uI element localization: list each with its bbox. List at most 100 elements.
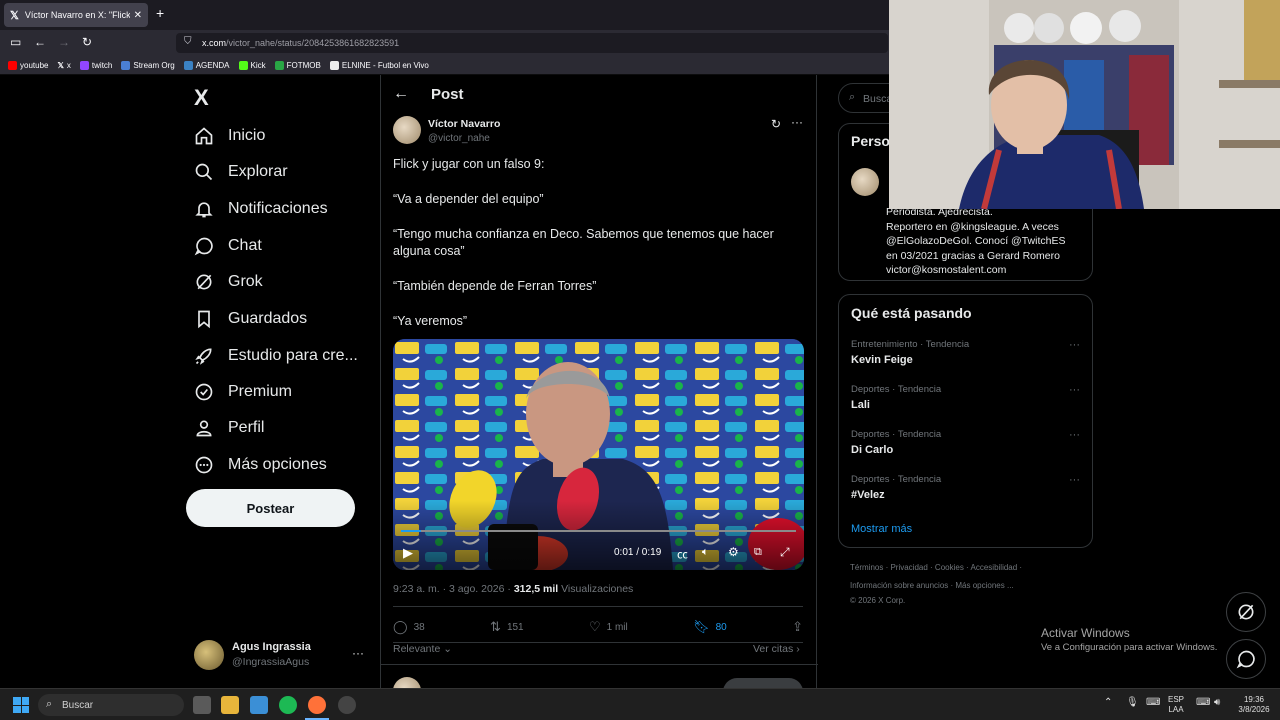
- bookmark-button[interactable]: 🔖︎ 80: [693, 619, 727, 635]
- sidebar-toggle-icon[interactable]: ▭: [10, 35, 21, 49]
- tab-title: Víctor Navarro en X: "Flick y juga...: [24, 10, 130, 20]
- new-tab-icon[interactable]: +: [156, 5, 164, 21]
- bookmark-stream-org[interactable]: Stream Org: [121, 60, 175, 70]
- sidebar-item-premium[interactable]: Premium: [194, 382, 292, 402]
- more-icon[interactable]: ···: [791, 115, 803, 129]
- volume-icon[interactable]: 🔈︎: [702, 546, 709, 559]
- sidebar-item-guardados[interactable]: Guardados: [194, 309, 307, 329]
- show-more-link[interactable]: Mostrar más: [851, 523, 912, 535]
- trend-item[interactable]: Deportes · Tendencia Lali: [851, 384, 941, 411]
- like-button[interactable]: ♡ 1 mil: [589, 619, 628, 635]
- card-title: Perso: [851, 133, 890, 149]
- sidebar-item-chat[interactable]: Chat: [194, 236, 262, 256]
- taskbar-search[interactable]: ⌕ Buscar: [38, 694, 184, 716]
- copyright: © 2026 X Corp.: [850, 596, 906, 605]
- pip-icon[interactable]: ⧉: [754, 546, 762, 559]
- footer-link[interactable]: Accesibilidad: [971, 563, 1018, 572]
- sidebar-item-perfil[interactable]: Perfil: [194, 418, 264, 438]
- task-view-icon[interactable]: [193, 696, 211, 714]
- bookmark-twitch[interactable]: twitch: [79, 60, 112, 70]
- address-bar[interactable]: ⛉ x.com/victor_nahe/status/2084253861682…: [176, 33, 888, 53]
- chat-fab[interactable]: [1226, 639, 1266, 679]
- bookmark-youtube[interactable]: youtube: [8, 60, 48, 70]
- tray-chevron-icon[interactable]: ⌃: [1104, 698, 1112, 708]
- notepad-icon[interactable]: [250, 696, 268, 714]
- footer-link[interactable]: Más opciones ...: [955, 581, 1013, 590]
- footer-link[interactable]: Información sobre anuncios: [850, 581, 948, 590]
- trend-item[interactable]: Entretenimiento · Tendencia Kevin Feige: [851, 339, 969, 366]
- windows-start-icon[interactable]: [13, 697, 29, 713]
- sidebar-item-estudio[interactable]: Estudio para cre...: [194, 346, 358, 366]
- post-button[interactable]: Postear: [186, 489, 355, 527]
- author-avatar[interactable]: [393, 116, 421, 144]
- reply-button[interactable]: ◯ 38: [393, 619, 425, 635]
- keyboard-icon[interactable]: ⌨: [1146, 698, 1160, 708]
- bookmark-fotmob[interactable]: FOTMOB: [274, 60, 321, 70]
- trending-title: Qué está pasando: [851, 305, 972, 321]
- obs-icon[interactable]: [338, 696, 356, 714]
- divider: [381, 664, 818, 665]
- forward-icon[interactable]: →: [58, 35, 70, 49]
- site-info-icon[interactable]: ⛉: [184, 36, 192, 47]
- share-button[interactable]: ⇪: [792, 619, 803, 635]
- sort-dropdown[interactable]: Relevante ⌄: [393, 643, 452, 655]
- sidebar-item-notificaciones[interactable]: Notificaciones: [194, 199, 328, 219]
- grok-explain-icon[interactable]: ↻: [771, 117, 781, 131]
- fullscreen-icon[interactable]: ⤢: [780, 545, 790, 560]
- verified-icon: [195, 383, 213, 401]
- settings-gear-icon[interactable]: ⚙: [728, 545, 739, 559]
- post-timestamp[interactable]: 9:23 a. m. · 3 ago. 2026 ·: [393, 583, 514, 595]
- mic-icon[interactable]: 🎙︎: [1126, 698, 1139, 708]
- reply-button[interactable]: [723, 678, 803, 688]
- bookmark-agenda[interactable]: AGENDA: [183, 60, 230, 70]
- bookmark-x[interactable]: 𝕏x: [57, 61, 70, 70]
- bio-line: en 03/2021 gracias a Gerard Romero: [886, 249, 1060, 262]
- network-icon[interactable]: ⌨︎: [1196, 698, 1210, 708]
- language-indicator[interactable]: ESP LAA: [1168, 695, 1184, 715]
- bookmark-kick[interactable]: Kick: [238, 60, 266, 70]
- more-icon[interactable]: ···: [1069, 474, 1080, 486]
- video-player[interactable]: ▶ 0:01 / 0:19 ㏄ 🔈︎ ⚙ ⧉ ⤢: [393, 339, 804, 570]
- trend-item[interactable]: Deportes · Tendencia #Velez: [851, 474, 941, 501]
- reload-icon[interactable]: ↻: [82, 35, 92, 49]
- url-path: /victor_nahe/status/2084253861682823591: [226, 38, 400, 48]
- close-tab-icon[interactable]: ✕: [134, 10, 142, 21]
- play-icon[interactable]: ▶: [403, 545, 413, 561]
- grok-fab[interactable]: [1226, 592, 1266, 632]
- quotes-link[interactable]: Ver citas ›: [753, 643, 800, 655]
- browser-tab[interactable]: 𝕏 Víctor Navarro en X: "Flick y juga... …: [4, 3, 148, 27]
- account-switcher[interactable]: Agus Ingrassia @IngrassiaAgus ···: [194, 640, 370, 670]
- back-arrow-icon[interactable]: ←: [393, 85, 409, 103]
- kick-icon: [238, 60, 248, 70]
- spotify-icon[interactable]: [279, 696, 297, 714]
- more-icon[interactable]: ···: [352, 646, 364, 660]
- sidebar-item-mas-opciones[interactable]: Más opciones: [194, 455, 327, 475]
- footer-link[interactable]: Cookies: [935, 563, 964, 572]
- sidebar-item-inicio[interactable]: Inicio: [194, 126, 265, 146]
- bookmark-elnine[interactable]: ELNINE - Futbol en Vivo: [329, 60, 429, 70]
- more-icon[interactable]: ···: [1069, 339, 1080, 351]
- captions-icon[interactable]: ㏄: [677, 546, 688, 562]
- more-icon[interactable]: ···: [1069, 429, 1080, 441]
- fotmob-icon: [274, 60, 284, 70]
- footer-link[interactable]: Privacidad: [890, 563, 927, 572]
- author-name[interactable]: Víctor Navarro: [428, 118, 500, 130]
- file-explorer-icon[interactable]: [221, 696, 239, 714]
- speaker-icon[interactable]: 🔊︎: [1214, 698, 1220, 708]
- sidebar-item-label: Premium: [228, 383, 293, 400]
- more-icon[interactable]: ···: [1069, 384, 1080, 396]
- author-avatar[interactable]: [851, 168, 879, 196]
- sidebar-item-grok[interactable]: Grok: [194, 272, 263, 292]
- post-column: ← Post Víctor Navarro @victor_nahe ↻ ···…: [380, 75, 818, 688]
- sidebar-item-explorar[interactable]: Explorar: [194, 162, 288, 182]
- footer-link[interactable]: Términos: [850, 563, 883, 572]
- author-handle[interactable]: @victor_nahe: [428, 133, 490, 144]
- clock[interactable]: 19:36 3/8/2026: [1234, 695, 1274, 715]
- back-icon[interactable]: ←: [34, 35, 46, 49]
- repost-button[interactable]: ⇅ 151: [490, 619, 524, 635]
- post-actions: ◯ 38 ⇅ 151 ♡ 1 mil 🔖︎ 80 ⇪: [393, 619, 803, 635]
- trend-item[interactable]: Deportes · Tendencia Di Carlo: [851, 429, 941, 456]
- x-logo[interactable]: X: [194, 85, 209, 111]
- firefox-icon[interactable]: [308, 696, 326, 714]
- person-icon: [196, 420, 212, 437]
